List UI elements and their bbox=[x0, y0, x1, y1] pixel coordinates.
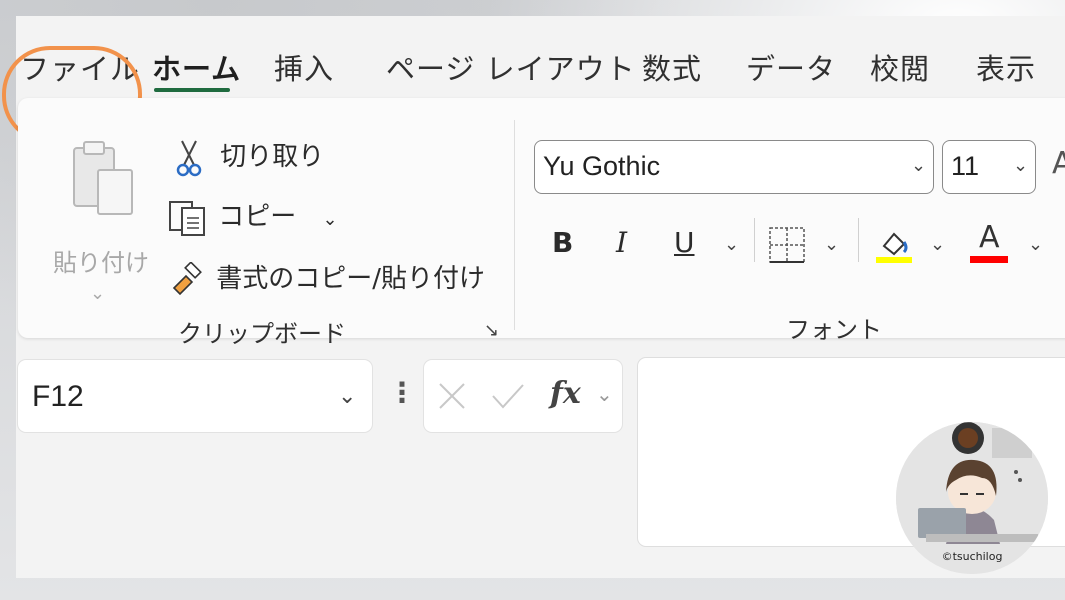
scissors-icon bbox=[176, 140, 202, 176]
grow-font-icon[interactable]: A bbox=[1052, 146, 1065, 181]
tab-home[interactable]: ホーム bbox=[152, 46, 241, 88]
tsuchilog-logo: ©tsuchilog bbox=[896, 422, 1048, 574]
formula-controls: fx ⌄ bbox=[424, 360, 622, 432]
font-color-bar bbox=[970, 256, 1008, 263]
separator bbox=[754, 218, 755, 262]
cut-button[interactable]: 切り取り bbox=[176, 136, 324, 177]
font-size-dropdown[interactable]: 11 ⌄ bbox=[942, 140, 1036, 194]
copy-button[interactable]: コピー ⌄ bbox=[168, 196, 338, 236]
paste-label: 貼り付け bbox=[53, 249, 149, 277]
copy-label: コピー bbox=[218, 202, 297, 232]
underline-button[interactable]: U bbox=[674, 226, 695, 259]
tab-view[interactable]: 表示 bbox=[976, 46, 1036, 88]
active-tab-underline bbox=[154, 88, 230, 92]
dialog-launcher-icon[interactable]: ↘ bbox=[484, 320, 499, 341]
chevron-down-icon[interactable]: ⌄ bbox=[724, 234, 739, 255]
tab-data[interactable]: データ bbox=[746, 46, 836, 88]
logo-text: ©tsuchilog bbox=[941, 550, 1003, 563]
font-color-icon: A bbox=[979, 220, 1000, 255]
chevron-down-icon[interactable]: ⌄ bbox=[323, 209, 338, 230]
font-name-dropdown[interactable]: Yu Gothic ⌄ bbox=[534, 140, 934, 194]
chevron-down-icon[interactable]: ⌄ bbox=[90, 283, 105, 304]
chevron-down-icon[interactable]: ⌄ bbox=[596, 382, 613, 406]
chevron-down-icon[interactable]: ⌄ bbox=[1028, 234, 1043, 255]
tab-review[interactable]: 校閲 bbox=[870, 46, 930, 88]
copy-icon bbox=[169, 200, 205, 236]
font-color-button[interactable]: A bbox=[970, 220, 1012, 266]
cut-label: 切り取り bbox=[220, 142, 325, 172]
name-box[interactable]: F12 ⌄ bbox=[18, 360, 372, 432]
insert-function-button[interactable]: fx bbox=[550, 376, 581, 411]
chevron-down-icon: ⌄ bbox=[1013, 155, 1029, 176]
fill-color-icon[interactable] bbox=[874, 224, 914, 264]
ribbon-tab-bar: ファイル ホーム 挿入 ページ レイアウト 数式 データ 校閲 表示 bbox=[2, 46, 1065, 144]
bold-button[interactable]: B bbox=[552, 226, 573, 259]
tab-formulas[interactable]: 数式 bbox=[642, 46, 702, 88]
group-divider bbox=[514, 120, 515, 330]
clipboard-icon bbox=[73, 141, 133, 215]
tab-page-layout[interactable]: ページ レイアウト bbox=[386, 46, 636, 88]
font-group-label: フォント bbox=[786, 316, 882, 344]
chevron-down-icon[interactable]: ⌄ bbox=[338, 384, 356, 409]
enter-checkmark-icon[interactable] bbox=[490, 380, 526, 412]
font-size-value: 11 bbox=[951, 151, 980, 181]
cancel-icon[interactable] bbox=[436, 380, 468, 412]
name-box-value: F12 bbox=[32, 380, 84, 413]
separator bbox=[858, 218, 859, 262]
clipboard-group-label: クリップボード bbox=[178, 320, 346, 348]
chevron-down-icon[interactable]: ⌄ bbox=[930, 234, 945, 255]
chevron-down-icon[interactable]: ⌄ bbox=[824, 234, 839, 255]
borders-icon[interactable] bbox=[768, 226, 806, 264]
paste-button[interactable]: 貼り付け ⌄ bbox=[46, 138, 156, 304]
format-painter-button[interactable]: 書式のコピー/貼り付け bbox=[168, 258, 485, 298]
more-options-icon[interactable]: ⋮ bbox=[388, 376, 416, 409]
font-name-value: Yu Gothic bbox=[543, 151, 661, 181]
ribbon-home: 貼り付け ⌄ 切り取り コピー ⌄ 書式のコピー/貼り付け クリップボード ↘ … bbox=[18, 98, 1065, 348]
italic-button[interactable]: I bbox=[616, 226, 627, 259]
tab-insert[interactable]: 挿入 bbox=[274, 46, 334, 88]
paintbrush-icon bbox=[172, 260, 202, 295]
format-painter-label: 書式のコピー/貼り付け bbox=[216, 264, 486, 294]
chevron-down-icon: ⌄ bbox=[911, 155, 927, 176]
